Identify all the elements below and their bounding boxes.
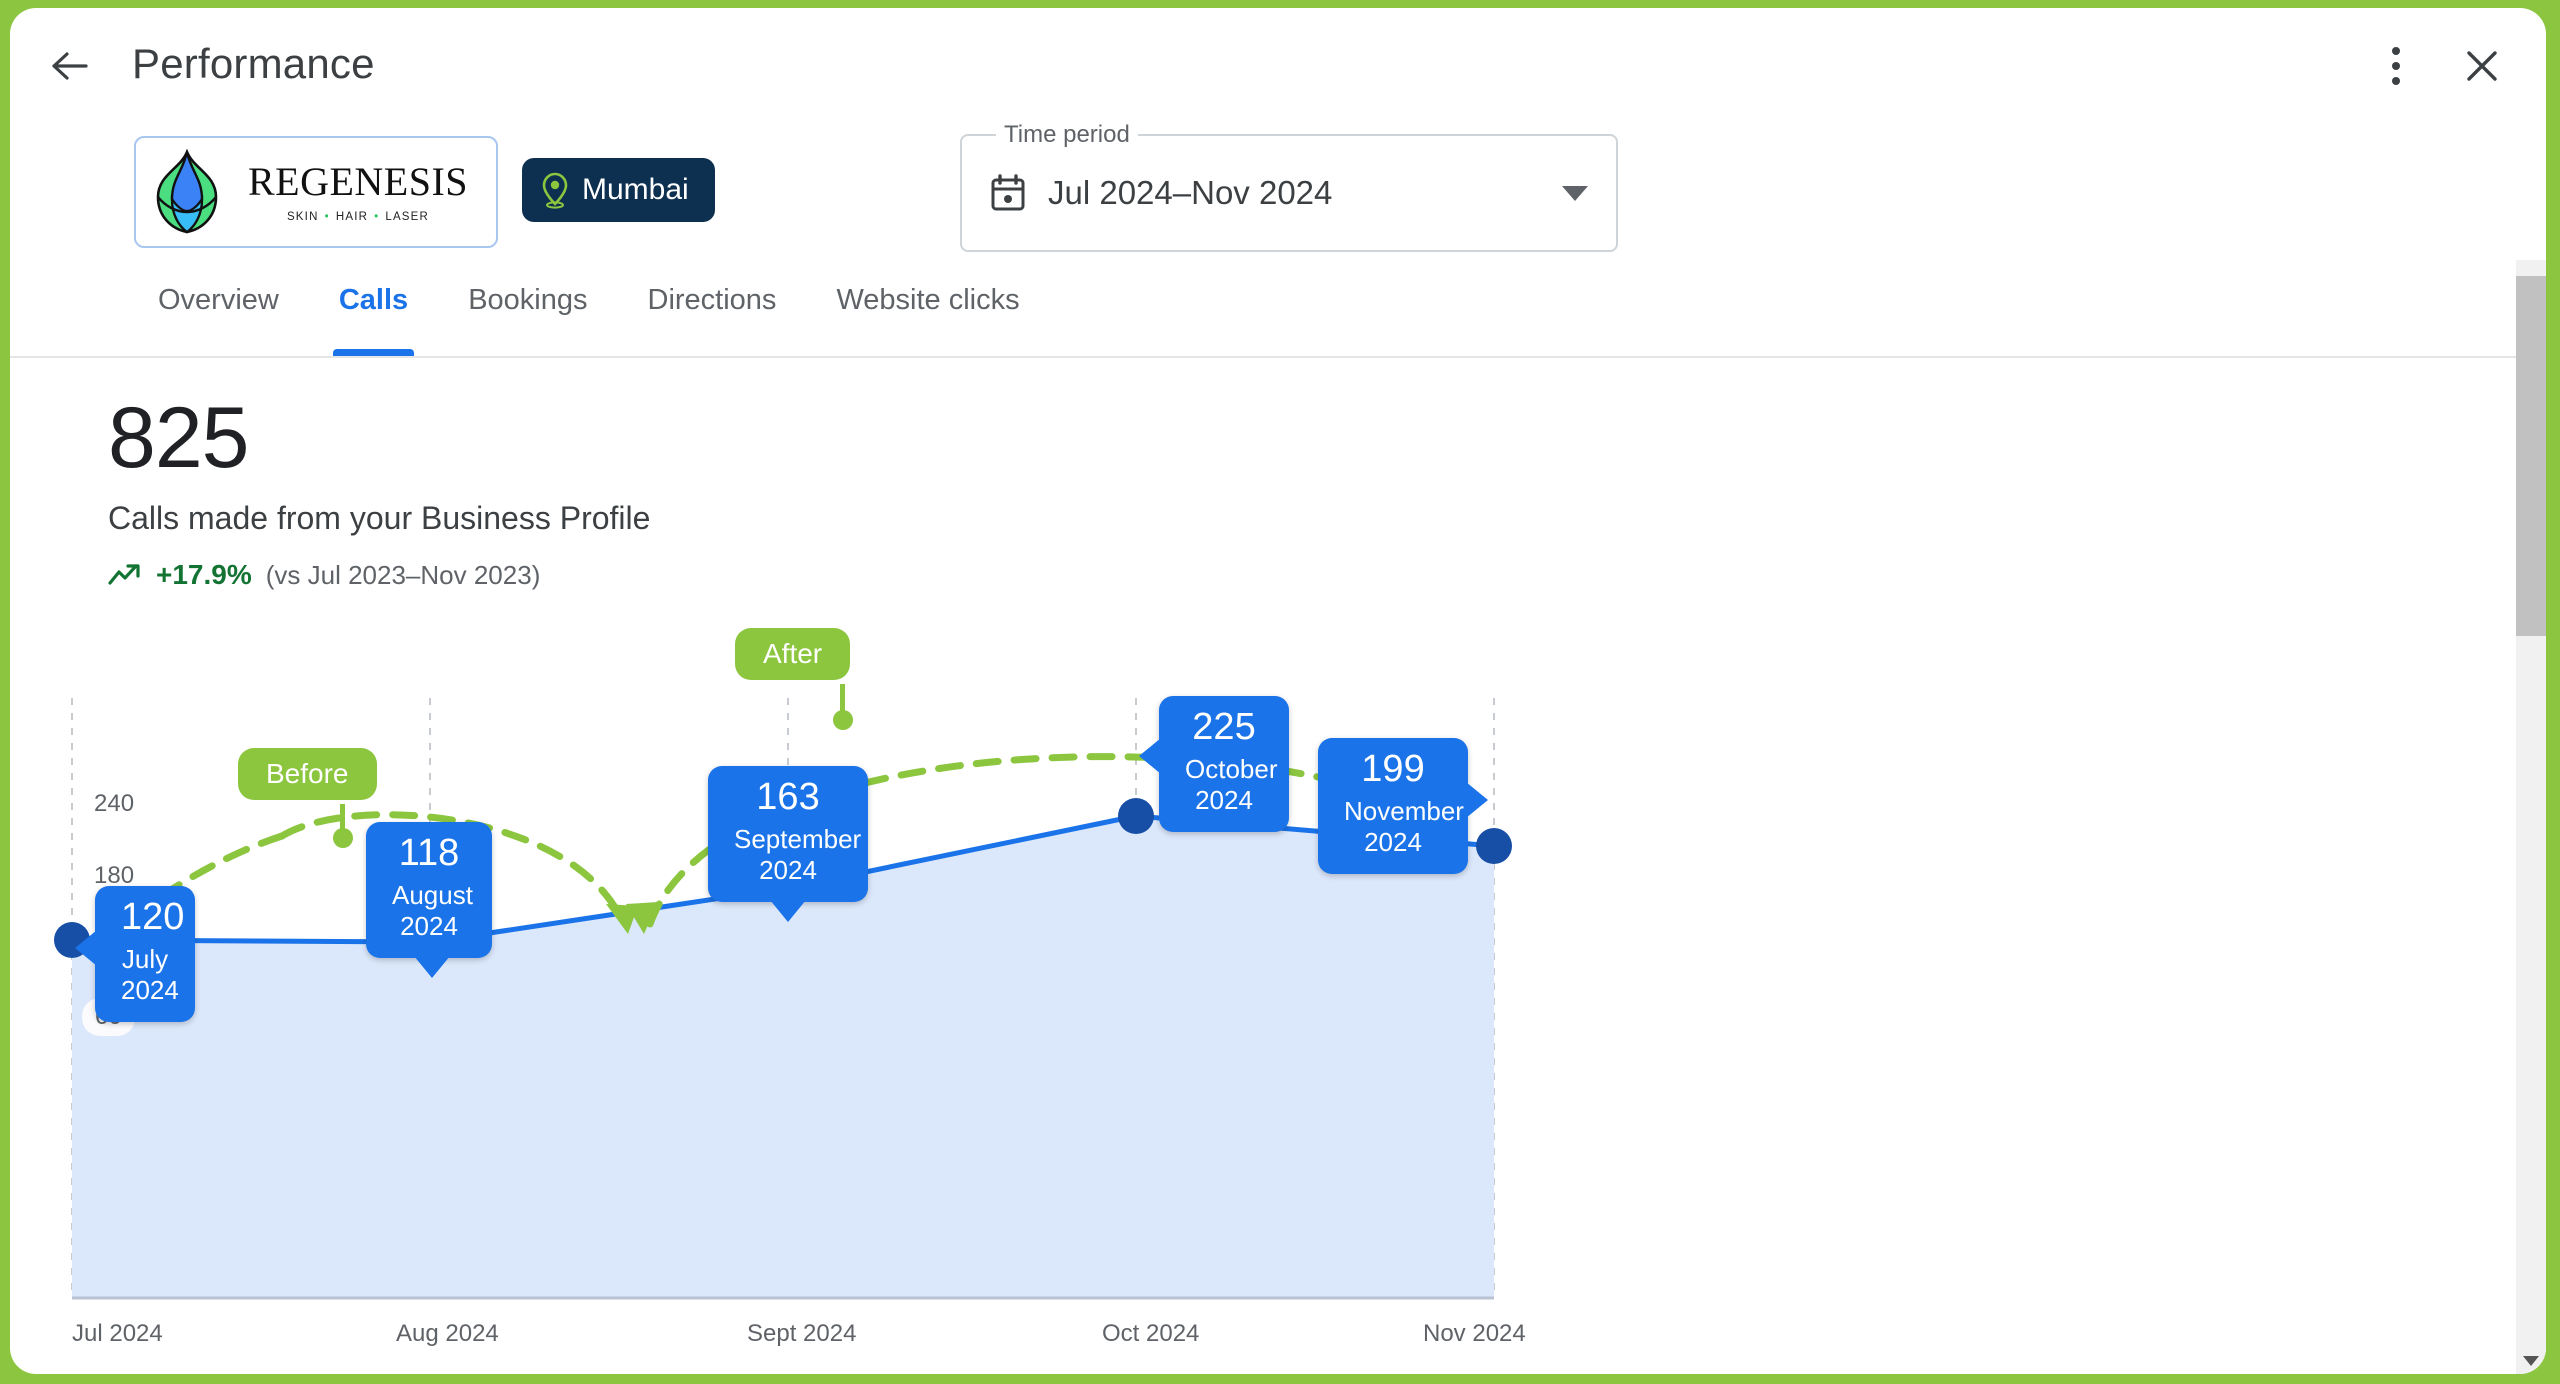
tooltip-november-value: 199	[1344, 750, 1442, 790]
chevron-down-icon[interactable]	[1562, 186, 1588, 201]
close-icon[interactable]	[2458, 42, 2506, 90]
regenesis-leaf-shield-icon	[150, 149, 224, 235]
tooltip-july[interactable]: 120 July 2024	[95, 886, 195, 1022]
tagline-laser: LASER	[385, 211, 429, 223]
y-tick-240: 240	[94, 790, 134, 818]
location-chip[interactable]: Mumbai	[522, 158, 715, 222]
time-period-value: Jul 2024–Nov 2024	[1048, 174, 1540, 212]
before-badge-dot	[333, 828, 353, 848]
tooltip-september-value: 163	[734, 778, 842, 818]
tooltip-august-period: August 2024	[392, 880, 466, 942]
calendar-icon	[990, 174, 1026, 212]
tooltip-october-value: 225	[1185, 708, 1263, 748]
tooltip-september-pointer	[770, 900, 806, 922]
tooltip-august-pointer	[414, 956, 450, 978]
delta-comparison-period: (vs Jul 2023–Nov 2023)	[266, 560, 541, 591]
tooltip-july-pointer	[75, 930, 97, 966]
scroll-down-arrow-icon[interactable]	[2523, 1356, 2539, 1366]
total-calls-label: Calls made from your Business Profile	[108, 500, 2546, 537]
data-point-oct	[1118, 798, 1154, 834]
time-period-selector[interactable]: Time period Jul 2024–Nov 2024	[960, 134, 1618, 252]
tooltip-october-pointer	[1139, 738, 1161, 774]
performance-window: Performance REGENESIS SK	[10, 8, 2546, 1374]
total-calls-value: 825	[108, 396, 2546, 480]
page-title: Performance	[132, 40, 375, 88]
tooltip-november[interactable]: 199 November 2024	[1318, 738, 1468, 874]
x-tick-oct: Oct 2024	[1102, 1320, 1199, 1348]
calls-area-chart: 240 180 60 Jul 2024 Aug 2024 Sept 2024 O…	[10, 698, 2480, 1358]
tooltip-september-period: September 2024	[734, 824, 842, 886]
brand-name: REGENESIS	[248, 162, 468, 202]
tab-directions[interactable]: Directions	[618, 262, 807, 356]
back-arrow-icon[interactable]	[48, 44, 92, 88]
tab-calls[interactable]: Calls	[309, 262, 438, 356]
after-badge: After	[735, 628, 850, 680]
after-badge-dot	[833, 710, 853, 730]
tooltip-october[interactable]: 225 October 2024	[1159, 696, 1289, 832]
data-point-nov	[1476, 828, 1512, 864]
x-tick-sept: Sept 2024	[747, 1320, 856, 1348]
identity-row: REGENESIS SKIN • HAIR • LASER Mumbai Tim…	[10, 126, 2546, 262]
location-label: Mumbai	[582, 173, 689, 207]
tooltip-october-period: October 2024	[1185, 754, 1263, 816]
delta-percentage: +17.9%	[156, 559, 252, 591]
x-tick-aug: Aug 2024	[396, 1320, 499, 1348]
time-period-inner: Jul 2024–Nov 2024	[962, 136, 1616, 250]
tooltip-november-pointer	[1466, 782, 1488, 818]
scrollbar-thumb[interactable]	[2516, 276, 2546, 636]
tooltip-august[interactable]: 118 August 2024	[366, 822, 492, 958]
tab-overview[interactable]: Overview	[128, 262, 309, 356]
tagline-skin: SKIN	[287, 211, 319, 223]
vertical-scrollbar[interactable]	[2516, 260, 2546, 1374]
business-logo-card[interactable]: REGENESIS SKIN • HAIR • LASER	[134, 136, 498, 248]
x-tick-jul: Jul 2024	[72, 1320, 163, 1348]
brand-tagline: SKIN • HAIR • LASER	[287, 211, 429, 223]
location-pin-icon	[540, 171, 570, 209]
tooltip-july-value: 120	[121, 898, 169, 938]
metric-tabs: Overview Calls Bookings Directions Websi…	[10, 262, 2546, 358]
tagline-hair: HAIR	[336, 211, 368, 223]
before-badge: Before	[238, 748, 377, 800]
trending-up-icon	[108, 562, 142, 588]
tooltip-september[interactable]: 163 September 2024	[708, 766, 868, 902]
delta-row: +17.9% (vs Jul 2023–Nov 2023)	[108, 559, 2546, 591]
tagline-sep-2: •	[374, 211, 379, 223]
tab-website-clicks[interactable]: Website clicks	[806, 262, 1049, 356]
logo-text-block: REGENESIS SKIN • HAIR • LASER	[234, 162, 482, 223]
tagline-sep-1: •	[325, 211, 330, 223]
app-frame: Performance REGENESIS SK	[0, 0, 2560, 1384]
window-topbar: Performance	[10, 8, 2546, 126]
tooltip-july-period: July 2024	[121, 944, 169, 1006]
x-tick-nov: Nov 2024	[1423, 1320, 1526, 1348]
summary-block: 825 Calls made from your Business Profil…	[10, 358, 2546, 591]
tooltip-august-value: 118	[392, 834, 466, 874]
tab-bookings[interactable]: Bookings	[438, 262, 617, 356]
more-vert-icon[interactable]	[2374, 44, 2418, 88]
tooltip-november-period: November 2024	[1344, 796, 1442, 858]
